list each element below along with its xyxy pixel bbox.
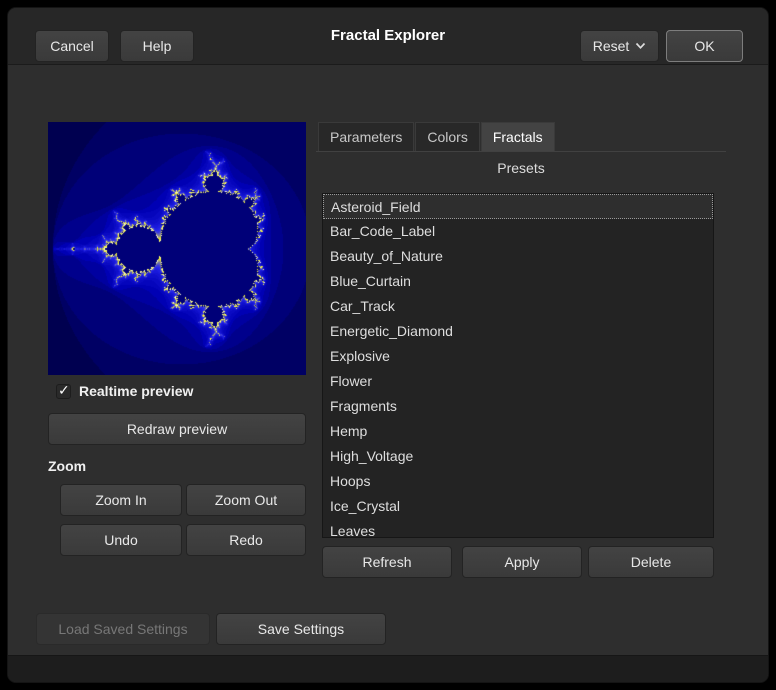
reset-dropdown-button[interactable]: Reset [580,30,659,62]
preset-item[interactable]: High_Voltage [323,444,713,469]
redo-button[interactable]: Redo [186,524,306,556]
window-bottom-edge [8,655,768,682]
load-saved-settings-button[interactable]: Load Saved Settings [36,613,210,645]
preset-item[interactable]: Car_Track [323,294,713,319]
preset-item[interactable]: Fragments [323,394,713,419]
refresh-button[interactable]: Refresh [322,546,452,578]
preset-item[interactable]: Beauty_of_Nature [323,244,713,269]
preset-item[interactable]: Asteroid_Field [323,194,713,219]
zoom-section-label: Zoom [48,458,86,474]
preset-item[interactable]: Hemp [323,419,713,444]
save-settings-button[interactable]: Save Settings [216,613,386,645]
ok-button[interactable]: OK [666,30,743,62]
tab-parameters[interactable]: Parameters [318,122,414,151]
realtime-preview-row: Realtime preview [56,383,193,399]
zoom-in-button[interactable]: Zoom In [60,484,182,516]
preset-item[interactable]: Bar_Code_Label [323,219,713,244]
chevron-down-icon [635,42,646,50]
redraw-preview-button[interactable]: Redraw preview [48,413,306,445]
tab-colors[interactable]: Colors [415,122,479,151]
reset-label: Reset [593,38,630,54]
preset-item[interactable]: Ice_Crystal [323,494,713,519]
window-title: Fractal Explorer [331,8,445,64]
preset-item[interactable]: Leaves [323,519,713,538]
preview-section: Realtime preview Redraw preview Zoom Zoo… [48,122,306,375]
undo-button[interactable]: Undo [60,524,182,556]
notebook-tabs: ParametersColorsFractals [316,122,726,152]
titlebar: Cancel Help Fractal Explorer Reset OK [8,8,768,65]
preset-item[interactable]: Energetic_Diamond [323,319,713,344]
cancel-button[interactable]: Cancel [35,30,109,62]
preset-item[interactable]: Hoops [323,469,713,494]
preset-item[interactable]: Blue_Curtain [323,269,713,294]
realtime-preview-label: Realtime preview [79,383,193,399]
zoom-out-button[interactable]: Zoom Out [186,484,306,516]
tab-fractals[interactable]: Fractals [481,122,555,151]
preset-item[interactable]: Flower [323,369,713,394]
realtime-preview-checkbox[interactable] [56,384,71,399]
fractal-explorer-dialog: Cancel Help Fractal Explorer Reset OK Re… [8,8,768,682]
notebook-panel: ParametersColorsFractals Presets Asteroi… [316,122,726,582]
preset-item[interactable]: Explosive [323,344,713,369]
help-button[interactable]: Help [120,30,194,62]
fractal-preview-canvas[interactable] [48,122,306,375]
delete-button[interactable]: Delete [588,546,714,578]
presets-frame-label: Presets [316,160,726,176]
presets-list[interactable]: Asteroid_FieldBar_Code_LabelBeauty_of_Na… [322,193,714,538]
apply-button[interactable]: Apply [462,546,582,578]
